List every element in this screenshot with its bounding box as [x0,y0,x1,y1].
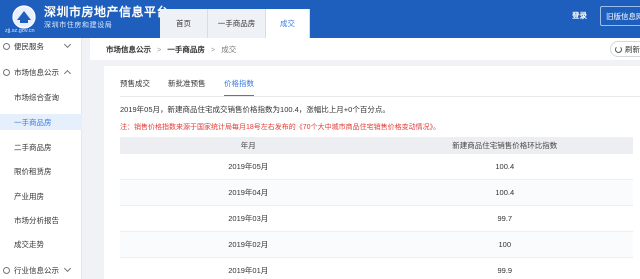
breadcrumb-new-housing[interactable]: 一手商品房 [167,44,205,55]
service-icon [3,42,10,50]
table-cell-month: 2019年01月 [228,266,269,275]
table-cell-index: 99.7 [497,214,513,223]
breadcrumb: 市场信息公示 > 一手商品房 > 成交 [90,38,640,60]
refresh-button[interactable]: 刷新 [610,41,640,57]
table-cell-index: 100.4 [495,162,515,171]
table-row: 2019年04月 100.4 [120,180,633,206]
breadcrumb-separator: > [157,44,162,54]
sidebar-group-label: 市场信息公示 [14,67,59,77]
sidebar-item-trend[interactable]: 成交走势 [0,236,82,252]
tab-transactions[interactable]: 成交 [266,9,310,38]
sidebar: 便民服务 市场信息公示 市场综合查询 一手商品房 二手商品房 限价租赁房 产业用… [0,38,82,279]
table-cell-month: 2019年04月 [228,188,269,197]
subtab-price-index[interactable]: 价格指数 [224,78,254,96]
sidebar-group-industry-info[interactable]: 行业信息公示 [0,262,82,278]
table-cell-index: 99.9 [497,266,513,275]
column-header-month: 年月 [240,141,256,150]
industry-icon [3,266,10,274]
refresh-label: 刷新 [625,44,640,54]
table-header: 年月 新建商品住宅销售价格环比指数 [120,137,633,154]
subtab-new-presale[interactable]: 新批准预售 [168,78,206,96]
info-icon [3,68,10,76]
table-row: 2019年02月 100 [120,232,633,258]
sidebar-item-market-report[interactable]: 市场分析报告 [0,212,82,228]
chevron-down-icon [63,40,72,49]
sidebar-item-price-limited-rental[interactable]: 限价租赁房 [0,163,82,179]
sz-housing-logo[interactable] [8,4,40,30]
price-index-table: 年月 新建商品住宅销售价格环比指数 2019年05月 100.4 2019年04… [120,137,633,279]
content-card: 预售成交 新批准预售 价格指数 2019年05月，新建商品住宅成交销售价格指数为… [104,66,640,279]
table-cell-month: 2019年02月 [228,240,269,249]
sidebar-item-market-query[interactable]: 市场综合查询 [0,89,82,105]
tab-home[interactable]: 首页 [160,9,208,38]
site-title: 深圳市房地产信息平台 [44,5,170,19]
table-body: 2019年05月 100.4 2019年04月 100.4 2019年03月 9… [120,154,633,279]
tab-new-housing[interactable]: 一手商品房 [208,9,266,38]
logo-domain: zjj.sz.gov.cn [5,28,35,34]
table-cell-month: 2019年05月 [228,162,269,171]
sidebar-item-industrial[interactable]: 产业用房 [0,188,82,204]
table-cell-index: 100 [498,240,511,249]
sidebar-group-label: 行业信息公示 [14,265,59,275]
top-header: zjj.sz.gov.cn 深圳市房地产信息平台 深圳市住房和建设局 首页 一手… [0,0,640,38]
sidebar-group-label: 便民服务 [14,41,44,51]
sidebar-item-new-housing[interactable]: 一手商品房 [0,114,82,130]
login-link[interactable]: 登录 [572,10,587,21]
table-row: 2019年05月 100.4 [120,154,633,180]
table-row: 2019年01月 99.9 [120,258,633,279]
breadcrumb-current: 成交 [221,44,237,54]
chevron-down-icon [63,264,72,273]
old-version-button[interactable]: 旧版信息网 [600,6,640,26]
index-summary: 2019年05月，新建商品住宅成交销售价格指数为100.4，涨幅比上月+0个百分… [120,105,390,114]
sidebar-item-second-hand[interactable]: 二手商品房 [0,139,82,155]
tab-divider [120,96,640,97]
sidebar-group-market-info[interactable]: 市场信息公示 [0,64,82,80]
sidebar-group-convenience[interactable]: 便民服务 [0,38,82,54]
site-subtitle: 深圳市住房和建设局 [44,22,113,29]
column-header-index: 新建商品住宅销售价格环比指数 [452,141,558,150]
table-cell-month: 2019年03月 [228,214,269,223]
source-note: 注：销售价格指数来源于国家统计局每月18号左右发布的《70个大中城市商品住宅销售… [120,124,441,131]
breadcrumb-market-info[interactable]: 市场信息公示 [106,44,151,55]
subtab-presale-deals[interactable]: 预售成交 [120,78,150,96]
refresh-icon [615,45,622,53]
breadcrumb-separator: > [210,44,216,54]
table-cell-index: 100.4 [495,188,515,197]
chevron-up-icon [63,69,72,78]
table-row: 2019年03月 99.7 [120,206,633,232]
